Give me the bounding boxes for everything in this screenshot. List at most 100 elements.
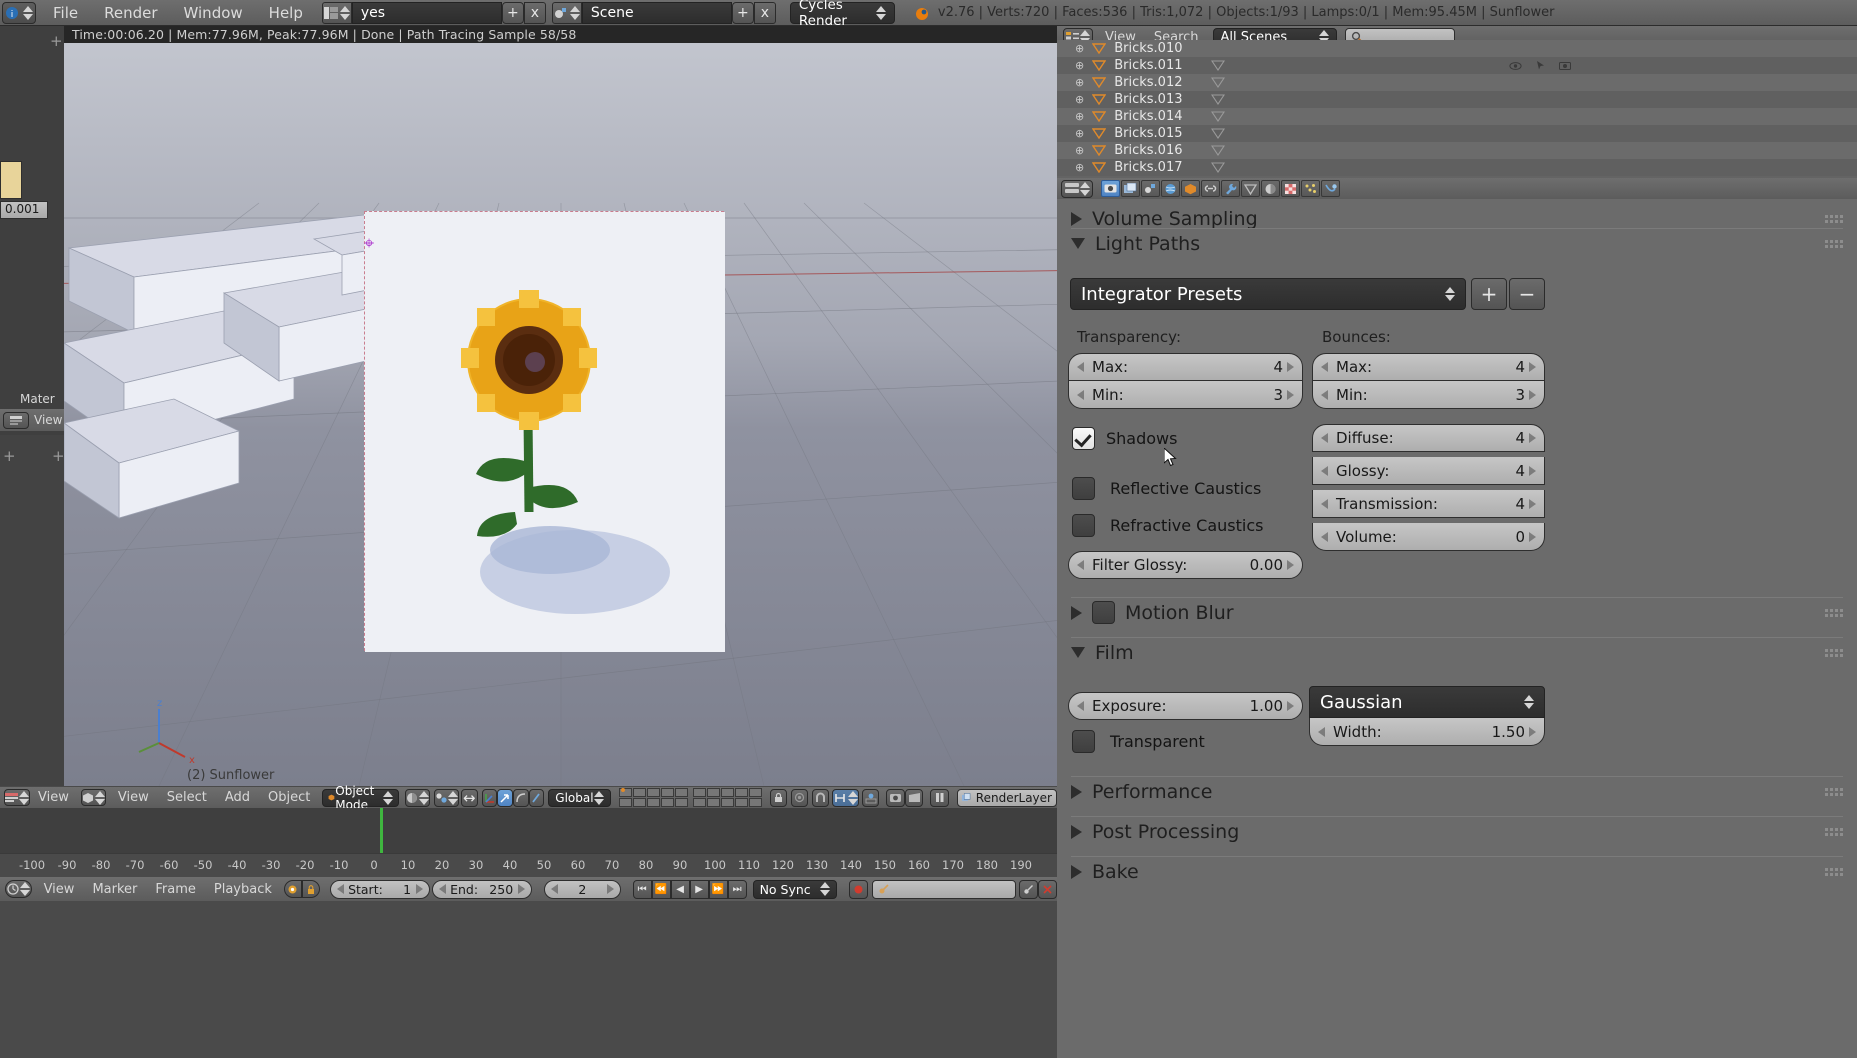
current-frame-field[interactable]: 2 [544,879,621,899]
delete-scene-button[interactable]: x [753,1,776,24]
add-preset-button[interactable]: + [1471,278,1507,310]
start-frame-field[interactable]: Start: 1 [330,879,431,899]
panel-post-processing[interactable]: Post Processing [1071,816,1843,846]
editor-type-icon-left[interactable] [3,411,29,429]
menu-render[interactable]: Render [91,2,170,24]
translate-manipulator-icon[interactable] [481,788,498,807]
decrement-icon[interactable] [1321,531,1328,542]
screen-layout-name[interactable]: yes [351,1,502,24]
timeline-menu-marker[interactable]: Marker [92,882,137,897]
editor-type-icon[interactable] [4,789,30,806]
transparent-film-checkbox[interactable] [1072,730,1095,753]
increment-icon[interactable] [1287,560,1294,570]
rotate-manipulator-icon[interactable] [497,788,514,807]
properties-editor-icon[interactable] [1061,179,1093,198]
decrement-icon[interactable] [337,884,345,894]
increment-icon[interactable] [1529,389,1536,400]
object-tab[interactable] [1181,180,1200,197]
increment-icon[interactable] [416,884,424,894]
timeline-menu-view[interactable]: View [44,882,75,897]
shadows-checkbox[interactable] [1072,427,1095,450]
diffuse-bounces-field[interactable]: Diffuse: 4 [1312,424,1545,452]
increment-icon[interactable] [1529,433,1536,443]
restrict-select-icon[interactable] [1535,57,1546,75]
panel-grip-icon[interactable] [1825,787,1843,796]
manipulator-toggle-icon[interactable]: ↔ [460,788,478,807]
restrict-render-icon[interactable] [1559,57,1571,75]
outliner-row-bricks-013[interactable]: ⊕ Bricks.013 [1057,91,1857,108]
exposure-field[interactable]: Exposure: 1.00 [1068,692,1303,720]
add-screen-button[interactable]: + [501,1,524,24]
menu-file[interactable]: File [40,2,91,24]
viewport-shading-icon[interactable] [404,788,430,807]
increment-icon[interactable] [1529,498,1536,509]
panel-grip-icon[interactable] [1825,215,1843,223]
decrement-icon[interactable] [1321,362,1328,372]
footer-left-view-menu[interactable]: View [38,790,69,805]
bounces-max-field[interactable]: Max: 4 [1312,353,1545,381]
interaction-mode-selector[interactable]: Object Mode [322,784,399,812]
outliner-row-bricks-015[interactable]: ⊕ Bricks.015 [1057,125,1857,142]
expand-icon[interactable]: ⊕ [1075,93,1084,106]
material-tab[interactable] [1261,180,1280,197]
motion-blur-checkbox[interactable] [1092,601,1115,624]
add-keyingset-icon[interactable] [1018,879,1038,899]
menu-help[interactable]: Help [256,2,316,24]
snap-target-icon[interactable] [861,788,880,807]
refractive-caustics-checkbox[interactable] [1072,514,1095,537]
add-scene-button[interactable]: + [731,1,754,24]
panel-light-paths[interactable]: Light Paths [1071,228,1843,258]
panel-grip-icon[interactable] [1825,648,1843,657]
next-keyframe-icon[interactable]: ⏩ [708,879,728,899]
reflective-caustics-checkbox[interactable] [1072,477,1095,500]
record-dot-icon[interactable] [848,879,868,899]
keying-set-field[interactable] [871,879,1016,899]
object-mode-icon[interactable] [80,789,106,806]
panel-grip-icon[interactable] [1825,867,1843,876]
expand-icon[interactable]: ⊕ [1075,76,1084,89]
scene-layers-grid[interactable] [618,788,688,807]
lock-icon[interactable] [769,788,787,807]
decrement-icon[interactable] [1321,389,1328,400]
decrement-icon[interactable] [1077,389,1084,400]
blender-logo-icon[interactable]: i [2,1,36,24]
outliner-row-bricks-017[interactable]: ⊕ Bricks.017 [1057,159,1857,176]
outliner-row-bricks-010[interactable]: ⊕ Bricks.010 [1057,40,1857,57]
data-tab[interactable] [1241,180,1260,197]
left-strip-field[interactable]: 0.001 [0,201,48,219]
menu-window[interactable]: Window [171,2,256,24]
texture-tab[interactable] [1281,180,1300,197]
auto-keyframe-icon[interactable] [283,880,302,898]
end-frame-field[interactable]: End: 250 [432,879,533,899]
world-tab[interactable] [1161,180,1180,197]
expand-icon[interactable]: ⊕ [1075,110,1084,123]
expand-icon[interactable]: ⊕ [1075,144,1084,157]
timeline-editor-icon[interactable] [5,880,32,898]
magnet-icon[interactable] [811,788,829,807]
timeline-ruler[interactable]: -100 -90 -80 -70 -60 -50 -40 -30 -20 -10… [0,853,1057,877]
left-strip-plus-icon[interactable]: + [50,32,63,50]
expand-icon[interactable]: ⊕ [1075,161,1084,174]
render-tab[interactable] [1101,180,1120,197]
increment-icon[interactable] [1529,465,1536,476]
left-panel2-plus-b[interactable]: + [52,447,65,465]
viewport-menu-select[interactable]: Select [167,790,207,805]
glossy-bounces-field[interactable]: Glossy: 4 [1312,457,1545,485]
timeline-playhead[interactable] [380,808,383,853]
panel-performance[interactable]: Performance [1071,776,1843,806]
timeline-menu-frame[interactable]: Frame [155,882,196,897]
outliner-row-bricks-016[interactable]: ⊕ Bricks.016 [1057,142,1857,159]
increment-icon[interactable] [1529,531,1536,542]
increment-icon[interactable] [1529,726,1536,737]
increment-icon[interactable] [1287,701,1294,711]
expand-icon[interactable]: ⊕ [1075,127,1084,140]
auto-keyframe-lock-icon[interactable] [301,880,321,898]
delete-screen-button[interactable]: x [523,1,546,24]
panel-bake[interactable]: Bake [1071,856,1843,886]
render-layer-selector[interactable]: RenderLayer [956,788,1057,807]
scene-layers-grid-2[interactable] [692,788,762,807]
proportional-edit-icon[interactable] [790,788,808,807]
render-opengl-anim-icon[interactable] [904,788,924,807]
transparency-min-field[interactable]: Min: 3 [1068,381,1303,409]
scene-tab[interactable] [1141,180,1160,197]
